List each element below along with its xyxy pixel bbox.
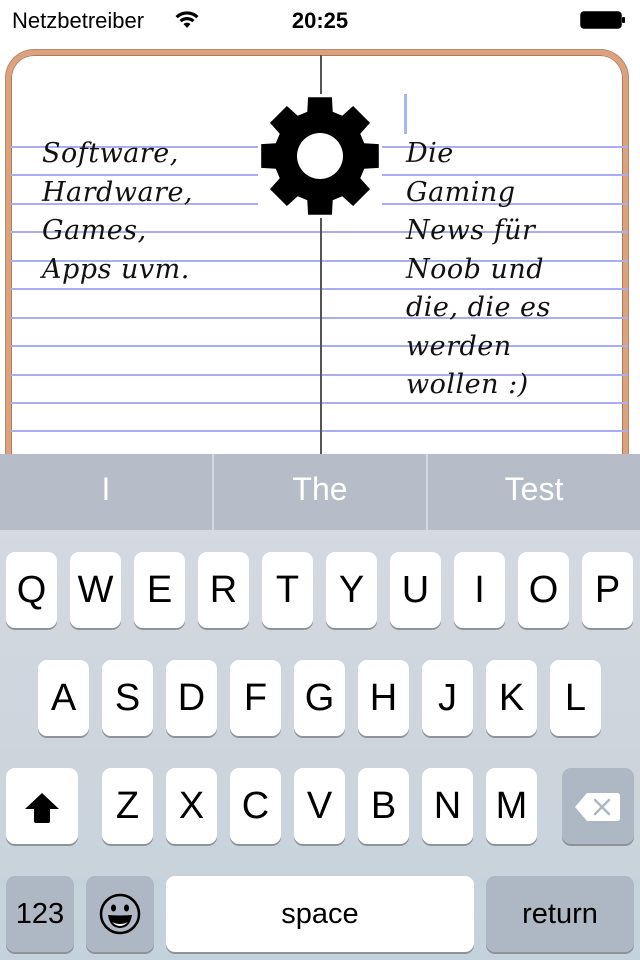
key-r[interactable]: R — [198, 552, 249, 628]
key-h[interactable]: H — [358, 660, 409, 736]
key-c[interactable]: C — [230, 768, 281, 844]
key-l[interactable]: L — [550, 660, 601, 736]
key-p[interactable]: P — [582, 552, 633, 628]
predictive-bar: I The Test — [0, 454, 640, 530]
key-u[interactable]: U — [390, 552, 441, 628]
wifi-icon — [174, 8, 200, 30]
backspace-icon — [573, 791, 623, 833]
text-cursor — [404, 94, 407, 134]
key-z[interactable]: Z — [102, 768, 153, 844]
carrier-name: Netzbetreiber — [12, 8, 145, 33]
key-n[interactable]: N — [422, 768, 473, 844]
key-q[interactable]: Q — [6, 552, 57, 628]
suggestion-3[interactable]: Test — [428, 454, 640, 530]
key-e[interactable]: E — [134, 552, 185, 628]
return-key[interactable]: return — [486, 876, 634, 952]
space-key[interactable]: space — [166, 876, 474, 952]
key-x[interactable]: X — [166, 768, 217, 844]
notebook-view: Software, Hardware, Games, Apps uvm. Die… — [0, 40, 640, 454]
key-w[interactable]: W — [70, 552, 121, 628]
key-g[interactable]: G — [294, 660, 345, 736]
key-o[interactable]: O — [518, 552, 569, 628]
suggestion-2[interactable]: The — [214, 454, 426, 530]
emoji-icon — [98, 893, 142, 945]
keyboard: QWERTYUIOP ASDFGHJKL ZXCVBNM 123 space r… — [0, 530, 640, 960]
numbers-key[interactable]: 123 — [6, 876, 74, 952]
key-y[interactable]: Y — [326, 552, 377, 628]
key-k[interactable]: K — [486, 660, 537, 736]
shift-icon — [22, 791, 62, 833]
key-b[interactable]: B — [358, 768, 409, 844]
clock-time: 20:25 — [291, 8, 349, 33]
emoji-key[interactable] — [86, 876, 154, 952]
key-t[interactable]: T — [262, 552, 313, 628]
gear-icon[interactable] — [258, 94, 382, 218]
key-d[interactable]: D — [166, 660, 217, 736]
left-note-text[interactable]: Software, Hardware, Games, Apps uvm. — [42, 135, 193, 289]
key-v[interactable]: V — [294, 768, 345, 844]
key-a[interactable]: A — [38, 660, 89, 736]
shift-key[interactable] — [6, 768, 78, 844]
suggestion-1[interactable]: I — [0, 454, 212, 530]
key-f[interactable]: F — [230, 660, 281, 736]
key-i[interactable]: I — [454, 552, 505, 628]
key-m[interactable]: M — [486, 768, 537, 844]
key-j[interactable]: J — [422, 660, 473, 736]
right-note-text[interactable]: Die Gaming News für Noob und die, die es… — [406, 135, 551, 405]
battery-icon — [580, 11, 626, 29]
status-bar: Netzbetreiber 20:25 — [0, 0, 640, 40]
delete-key[interactable] — [562, 768, 634, 844]
key-s[interactable]: S — [102, 660, 153, 736]
